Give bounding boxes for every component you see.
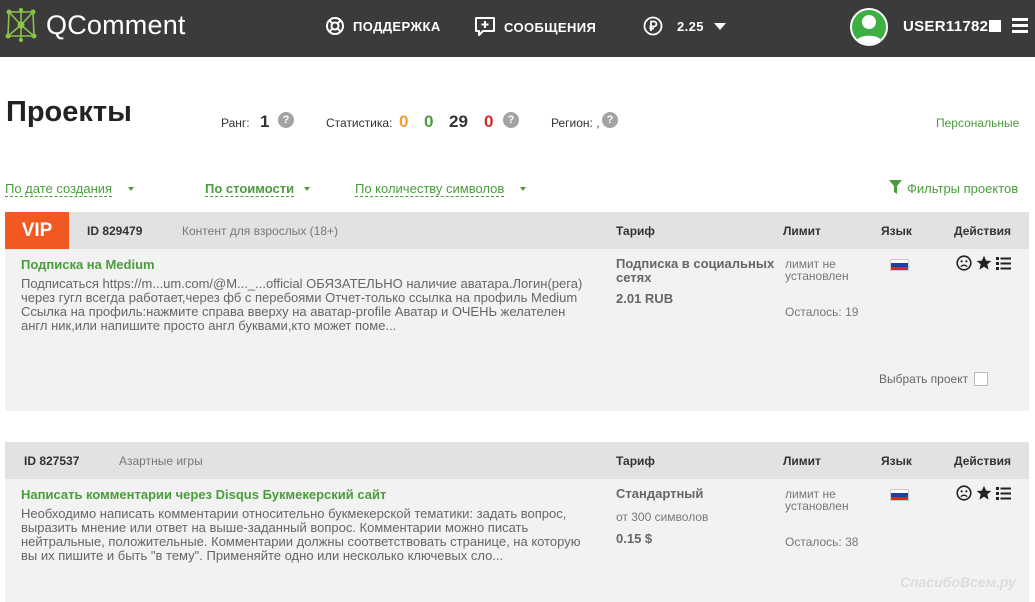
page-title: Проекты bbox=[6, 96, 132, 128]
project-limit: лимит не установлен bbox=[785, 257, 849, 283]
column-actions: Действия bbox=[954, 454, 1012, 468]
username[interactable]: USER11782 bbox=[903, 18, 1002, 35]
sort-by-price[interactable]: По стоимости bbox=[205, 181, 295, 197]
column-tariff: Тариф bbox=[616, 454, 655, 468]
list-icon[interactable] bbox=[996, 486, 1011, 501]
project-category: Контент для взрослых (18+) bbox=[182, 224, 339, 238]
username-overflow-mark bbox=[989, 20, 1002, 32]
avatar[interactable] bbox=[850, 8, 888, 46]
region-help-icon[interactable]: ? bbox=[602, 112, 618, 128]
dislike-icon[interactable] bbox=[956, 485, 972, 501]
project-card: VIP ID 829479 Контент для взрослых (18+)… bbox=[5, 212, 1029, 411]
project-actions bbox=[956, 255, 1015, 271]
ruble-icon bbox=[643, 16, 663, 36]
flag-russia-icon bbox=[890, 489, 909, 501]
stats-value-total: 29 bbox=[449, 112, 468, 131]
rank-value: 1 bbox=[260, 112, 270, 131]
logo-icon bbox=[4, 6, 38, 44]
project-description: Подписаться https://m...um.com/@M..._...… bbox=[21, 276, 583, 333]
column-limit: Лимит bbox=[783, 224, 821, 238]
message-plus-icon bbox=[474, 16, 496, 38]
stats-value-pending: 0 bbox=[399, 112, 409, 131]
menu-icon[interactable] bbox=[1012, 18, 1028, 34]
lifebuoy-icon bbox=[325, 16, 345, 36]
tariff-subtitle: от 300 символов bbox=[616, 510, 709, 524]
support-link[interactable]: ПОДДЕРЖКА bbox=[325, 16, 441, 36]
project-description: Необходимо написать комментарии относите… bbox=[21, 506, 581, 563]
stats-help-icon[interactable]: ? bbox=[503, 112, 519, 128]
project-remaining: Осталось: 38 bbox=[785, 535, 859, 549]
column-language: Язык bbox=[881, 454, 912, 468]
project-card-header: ID 827537 Азартные игры Тариф Лимит Язык… bbox=[5, 442, 1029, 479]
logo[interactable]: QComment bbox=[4, 6, 186, 44]
personal-link[interactable]: Персональные bbox=[936, 116, 1019, 130]
column-actions: Действия bbox=[954, 224, 1012, 238]
stats-value-approved: 0 bbox=[424, 112, 434, 131]
star-icon[interactable] bbox=[976, 255, 992, 271]
column-limit: Лимит bbox=[783, 454, 821, 468]
project-actions bbox=[956, 485, 1015, 501]
list-icon[interactable] bbox=[996, 256, 1011, 271]
project-price: 0.15 $ bbox=[616, 531, 653, 546]
project-remaining: Осталось: 19 bbox=[785, 305, 859, 319]
messages-label: СООБЩЕНИЯ bbox=[504, 19, 597, 35]
select-project[interactable]: Выбрать проект bbox=[879, 372, 989, 386]
sort-by-date[interactable]: По дате создания bbox=[5, 181, 113, 197]
select-project-label: Выбрать проект bbox=[879, 372, 969, 386]
star-icon[interactable] bbox=[976, 485, 992, 501]
project-title[interactable]: Написать комментарии через Disqus Букмек… bbox=[21, 487, 386, 502]
region-label: Регион: , bbox=[551, 116, 600, 130]
column-tariff: Тариф bbox=[616, 224, 655, 238]
filter-icon bbox=[889, 180, 907, 197]
tariff-name: Подписка в социальных сетях bbox=[616, 256, 775, 285]
vip-badge: VIP bbox=[5, 212, 69, 249]
chevron-down-icon bbox=[304, 187, 310, 191]
sort-by-chars[interactable]: По количеству символов bbox=[355, 181, 505, 197]
project-card-header: VIP ID 829479 Контент для взрослых (18+)… bbox=[5, 212, 1029, 249]
filters-label: Фильтры проектов bbox=[907, 181, 1019, 196]
support-label: ПОДДЕРЖКА bbox=[353, 18, 441, 34]
project-filters[interactable]: Фильтры проектов bbox=[889, 180, 1018, 197]
project-id: ID 827537 bbox=[24, 454, 80, 468]
project-limit: лимит не установлен bbox=[785, 487, 849, 513]
project-title[interactable]: Подписка на Medium bbox=[21, 257, 155, 272]
chevron-down-icon bbox=[128, 187, 134, 191]
top-navbar: QComment ПОДДЕРЖКА СООБЩЕНИЯ 2.25 USER11… bbox=[0, 0, 1035, 57]
stats-label: Статистика: bbox=[326, 116, 393, 130]
logo-text: QComment bbox=[46, 9, 186, 40]
tariff-name: Стандартный bbox=[616, 486, 704, 501]
flag-russia-icon bbox=[890, 259, 909, 271]
username-text: USER11782 bbox=[903, 18, 989, 35]
balance-dropdown[interactable]: 2.25 bbox=[643, 16, 726, 36]
dislike-icon[interactable] bbox=[956, 255, 972, 271]
balance-value: 2.25 bbox=[677, 18, 704, 34]
messages-link[interactable]: СООБЩЕНИЯ bbox=[474, 16, 596, 38]
project-price: 2.01 RUB bbox=[616, 291, 674, 306]
rank-label: Ранг: bbox=[221, 116, 250, 130]
stats-value-rejected: 0 bbox=[484, 112, 494, 131]
rank-help-icon[interactable]: ? bbox=[278, 112, 294, 128]
project-card: ID 827537 Азартные игры Тариф Лимит Язык… bbox=[5, 442, 1029, 602]
project-id: ID 829479 bbox=[87, 224, 143, 238]
chevron-down-icon bbox=[713, 22, 726, 30]
watermark: СпасибоВсем.ру bbox=[900, 574, 1016, 590]
project-category: Азартные игры bbox=[119, 454, 203, 468]
column-language: Язык bbox=[881, 224, 912, 238]
select-project-checkbox[interactable] bbox=[974, 372, 989, 386]
chevron-down-icon bbox=[520, 187, 526, 191]
